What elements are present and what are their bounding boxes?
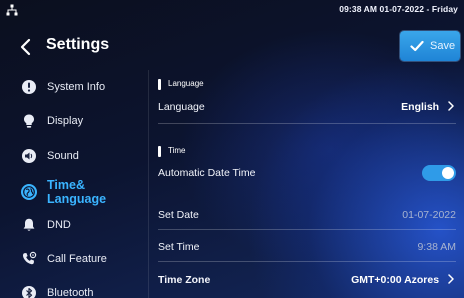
info-circle-icon <box>22 80 36 94</box>
automatic-date-time-label: Automatic Date Time <box>158 167 256 179</box>
section-title: Time <box>168 146 186 155</box>
sidebar-item-dnd[interactable]: DND <box>0 210 148 240</box>
back-button[interactable] <box>16 37 36 57</box>
globe-icon <box>21 184 37 200</box>
sidebar-item-label: DND <box>47 219 71 231</box>
chevron-right-icon <box>448 101 454 111</box>
section-marker <box>158 79 161 90</box>
sidebar-item-sound[interactable]: Sound <box>0 141 148 171</box>
section-marker <box>158 146 161 157</box>
set-time-row[interactable]: Set Time 9:38 AM <box>158 234 456 262</box>
toggle-knob <box>442 167 454 179</box>
save-button-label: Save <box>430 40 456 52</box>
row-divider <box>158 229 456 230</box>
sidebar-item-time-language[interactable]: Time& Language <box>0 174 148 208</box>
time-zone-value-text: GMT+0:00 Azores <box>351 274 440 286</box>
language-value: English <box>401 101 456 113</box>
set-time-label: Set Time <box>158 241 200 253</box>
time-zone-label: Time Zone <box>158 274 211 286</box>
page-title: Settings <box>46 36 110 53</box>
set-date-label: Set Date <box>158 209 199 221</box>
time-zone-row[interactable]: Time Zone GMT+0:00 Azores <box>158 267 456 295</box>
save-button[interactable]: Save <box>400 31 460 61</box>
sidebar-item-label: Sound <box>47 150 79 162</box>
status-clock: 09:38 AM 01-07-2022 - Friday <box>339 4 458 14</box>
settings-sidebar: System Info Display Sound Time& Language… <box>0 70 148 298</box>
sidebar-item-label: Call Feature <box>47 253 107 265</box>
row-divider <box>158 261 456 262</box>
sidebar-item-system-info[interactable]: System Info <box>0 72 148 102</box>
chevron-right-icon <box>448 274 454 284</box>
language-label: Language <box>158 101 205 113</box>
time-zone-value: GMT+0:00 Azores <box>351 274 456 286</box>
sidebar-item-display[interactable]: Display <box>0 106 148 136</box>
status-bar: 09:38 AM 01-07-2022 - Friday <box>0 0 464 22</box>
network-tree-icon <box>6 4 18 16</box>
language-value-text: English <box>401 101 440 113</box>
sidebar-item-bluetooth[interactable]: Bluetooth <box>0 278 148 298</box>
automatic-date-time-row: Automatic Date Time <box>158 160 456 192</box>
settings-screen: 09:38 AM 01-07-2022 - Friday Settings Sa… <box>0 0 464 298</box>
set-date-value: 01-07-2022 <box>402 209 456 221</box>
sidebar-item-call-feature[interactable]: Call Feature <box>0 244 148 274</box>
speaker-icon <box>22 149 36 163</box>
section-title: Language <box>168 79 204 88</box>
bell-icon <box>23 218 35 231</box>
sidebar-item-label-line1: Time& <box>47 178 85 192</box>
checkmark-icon <box>410 40 424 52</box>
set-time-value: 9:38 AM <box>417 241 456 253</box>
language-row[interactable]: Language English <box>158 94 456 124</box>
automatic-date-time-toggle[interactable] <box>422 165 456 181</box>
sidebar-item-label: System Info <box>47 81 106 93</box>
sidebar-item-label: Bluetooth <box>47 287 94 298</box>
phone-settings-icon <box>23 251 37 265</box>
sidebar-item-label: Display <box>47 115 84 127</box>
sidebar-divider <box>148 70 149 298</box>
bluetooth-icon <box>22 286 36 298</box>
sidebar-item-label-line2: Language <box>47 192 107 206</box>
lightbulb-icon <box>24 114 34 128</box>
set-date-row[interactable]: Set Date 01-07-2022 <box>158 202 456 230</box>
row-divider <box>158 123 456 124</box>
